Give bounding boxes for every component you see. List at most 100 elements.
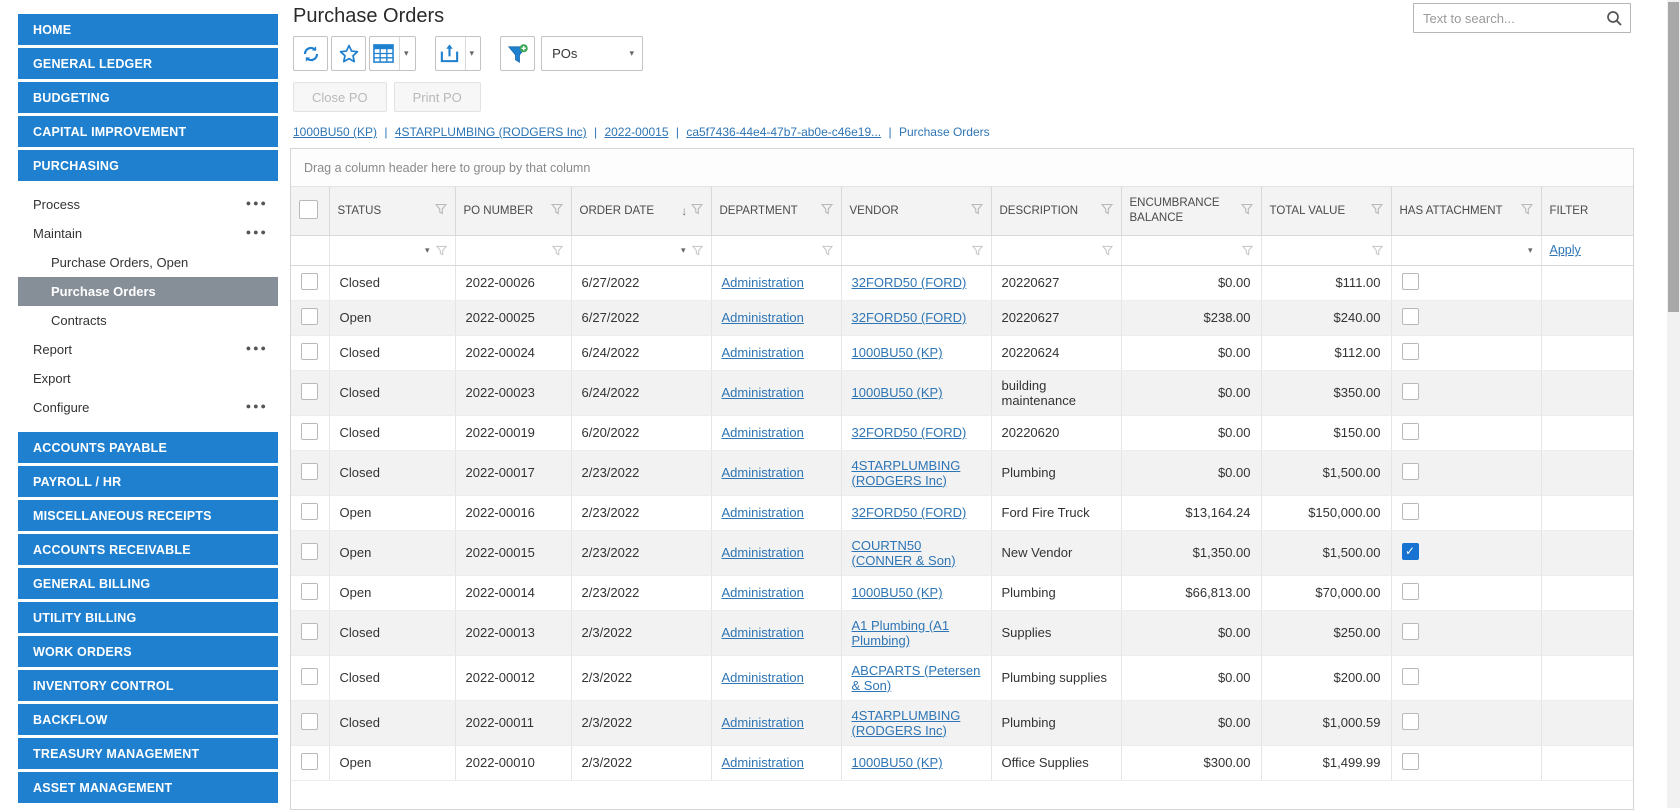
has-attachment-filter-cell[interactable]: ▾ — [1391, 235, 1542, 266]
close-po-button[interactable]: Close PO — [293, 82, 387, 112]
sidebar-module[interactable]: ACCOUNTS PAYABLE — [18, 432, 278, 463]
favorite-button[interactable] — [331, 36, 366, 71]
encumbrance-filter-cell[interactable] — [1121, 235, 1262, 266]
sidebar-submenu-item[interactable]: Process ●●● — [18, 190, 278, 219]
filter-funnel-icon[interactable] — [690, 204, 703, 218]
filter-funnel-icon[interactable] — [1100, 203, 1113, 218]
row-select-checkbox[interactable] — [301, 382, 318, 400]
department-link[interactable]: Administration — [722, 670, 804, 685]
department-link[interactable]: Administration — [722, 505, 804, 520]
view-select[interactable]: POs ▾ — [541, 36, 644, 71]
chevron-down-icon[interactable]: ▾ — [1528, 245, 1533, 256]
filter-funnel-icon[interactable] — [1240, 203, 1253, 218]
row-select-checkbox[interactable] — [301, 622, 318, 640]
attachment-checkbox[interactable] — [1401, 462, 1419, 480]
sidebar-module[interactable]: INVENTORY CONTROL — [18, 670, 278, 701]
sidebar-module[interactable]: UTILITY BILLING — [18, 602, 278, 633]
sidebar-module[interactable]: PURCHASING — [18, 150, 278, 181]
order-date-filter-cell[interactable]: ▾ — [571, 235, 712, 266]
filter-funnel-icon[interactable] — [1520, 203, 1533, 218]
breadcrumb-link[interactable]: 2022-00015 — [604, 125, 668, 139]
row-select-checkbox[interactable] — [301, 462, 318, 480]
department-filter-cell[interactable] — [711, 235, 842, 266]
filter-add-button[interactable] — [500, 36, 536, 71]
sidebar-submenu-item[interactable]: Report ●●● — [18, 335, 278, 364]
row-select-checkbox[interactable] — [301, 667, 318, 685]
sidebar-submenu-item[interactable]: Purchase Orders — [18, 277, 278, 306]
vendor-link[interactable]: 32FORD50 (FORD) — [852, 505, 967, 520]
ellipsis-menu-icon[interactable]: ●●● — [246, 198, 268, 208]
row-select-checkbox[interactable] — [301, 502, 318, 520]
department-link[interactable]: Administration — [722, 385, 804, 400]
department-link[interactable]: Administration — [722, 310, 804, 325]
column-header-po-number[interactable]: PO NUMBER — [455, 187, 572, 236]
column-header-total-value[interactable]: TOTAL VALUE — [1261, 187, 1392, 236]
column-header-status[interactable]: STATUS — [329, 187, 456, 236]
sidebar-submenu-item[interactable]: Maintain ●●● — [18, 219, 278, 248]
breadcrumb-link[interactable]: ca5f7436-44e4-47b7-ab0e-c46e19... — [686, 125, 881, 139]
vendor-link[interactable]: 1000BU50 (KP) — [852, 385, 943, 400]
department-link[interactable]: Administration — [722, 425, 804, 440]
vendor-link[interactable]: 32FORD50 (FORD) — [852, 275, 967, 290]
sidebar-submenu-item[interactable]: Purchase Orders, Open — [18, 248, 278, 277]
print-po-button[interactable]: Print PO — [393, 82, 481, 112]
sidebar-submenu-item[interactable]: Configure ●●● — [18, 393, 278, 422]
ellipsis-menu-icon[interactable]: ●●● — [246, 343, 268, 353]
sidebar-module[interactable]: CAPITAL IMPROVEMENT — [18, 116, 278, 147]
attachment-checkbox[interactable] — [1401, 667, 1419, 685]
vendor-link[interactable]: 1000BU50 (KP) — [852, 755, 943, 770]
chevron-down-icon[interactable]: ▾ — [425, 245, 430, 256]
sidebar-module[interactable]: BACKFLOW — [18, 704, 278, 735]
vertical-scrollbar[interactable] — [1667, 0, 1680, 808]
column-header-description[interactable]: DESCRIPTION — [991, 187, 1122, 236]
vendor-link[interactable]: 4STARPLUMBING (RODGERS Inc) — [852, 708, 961, 738]
attachment-checkbox[interactable] — [1401, 382, 1419, 400]
table-view-button[interactable]: ▾ — [369, 36, 416, 71]
column-header-has-attachment[interactable]: HAS ATTACHMENT — [1391, 187, 1542, 236]
scrollbar-thumb[interactable] — [1668, 2, 1679, 312]
sidebar-module[interactable]: TREASURY MANAGEMENT — [18, 738, 278, 769]
sidebar-module[interactable]: ACCOUNTS RECEIVABLE — [18, 534, 278, 565]
row-select-checkbox[interactable] — [301, 582, 318, 600]
sidebar-module[interactable]: WORK ORDERS — [18, 636, 278, 667]
vendor-link[interactable]: 32FORD50 (FORD) — [852, 310, 967, 325]
attachment-checkbox[interactable] — [1401, 712, 1419, 730]
filter-funnel-icon[interactable] — [1370, 203, 1383, 218]
vendor-link[interactable]: 1000BU50 (KP) — [852, 345, 943, 360]
attachment-checkbox[interactable] — [1401, 502, 1419, 520]
row-select-checkbox[interactable] — [301, 307, 318, 325]
department-link[interactable]: Administration — [722, 465, 804, 480]
ellipsis-menu-icon[interactable]: ●●● — [246, 227, 268, 237]
vendor-link[interactable]: COURTN50 (CONNER & Son) — [852, 538, 956, 568]
status-filter-cell[interactable]: ▾ — [329, 235, 456, 266]
attachment-checkbox[interactable] — [1401, 582, 1419, 600]
department-link[interactable]: Administration — [722, 345, 804, 360]
sidebar-module[interactable]: MISCELLANEOUS RECEIPTS — [18, 500, 278, 531]
sidebar-module[interactable]: ASSET MANAGEMENT — [18, 772, 278, 803]
row-select-checkbox[interactable] — [301, 422, 318, 440]
export-button[interactable]: ▾ — [434, 36, 482, 71]
filter-funnel-icon[interactable] — [550, 203, 563, 218]
department-link[interactable]: Administration — [722, 585, 804, 600]
sidebar-module[interactable]: PAYROLL / HR — [18, 466, 278, 497]
sidebar-module[interactable]: GENERAL LEDGER — [18, 48, 278, 79]
refresh-button[interactable] — [293, 36, 328, 71]
vendor-link[interactable]: 32FORD50 (FORD) — [852, 425, 967, 440]
row-select-checkbox[interactable] — [301, 752, 318, 770]
sidebar-submenu-item[interactable]: Contracts — [18, 306, 278, 335]
column-header-order-date[interactable]: ORDER DATE ↓ — [571, 187, 712, 236]
description-filter-cell[interactable] — [991, 235, 1122, 266]
table-view-dropdown-caret[interactable]: ▾ — [399, 37, 413, 70]
column-header-department[interactable]: DEPARTMENT — [711, 187, 842, 236]
attachment-checkbox[interactable] — [1401, 307, 1419, 325]
export-dropdown-caret[interactable]: ▾ — [464, 37, 479, 70]
sidebar-module[interactable]: HOME — [18, 14, 278, 45]
attachment-checkbox[interactable] — [1401, 422, 1419, 440]
attachment-checkbox[interactable] — [1401, 752, 1419, 770]
attachment-checkbox[interactable] — [1401, 542, 1419, 560]
column-header-vendor[interactable]: VENDOR — [841, 187, 992, 236]
attachment-checkbox[interactable] — [1401, 622, 1419, 640]
department-link[interactable]: Administration — [722, 275, 804, 290]
column-header-encumbrance-balance[interactable]: ENCUMBRANCE BALANCE — [1121, 187, 1262, 236]
apply-filter-link[interactable]: Apply — [1550, 243, 1581, 257]
